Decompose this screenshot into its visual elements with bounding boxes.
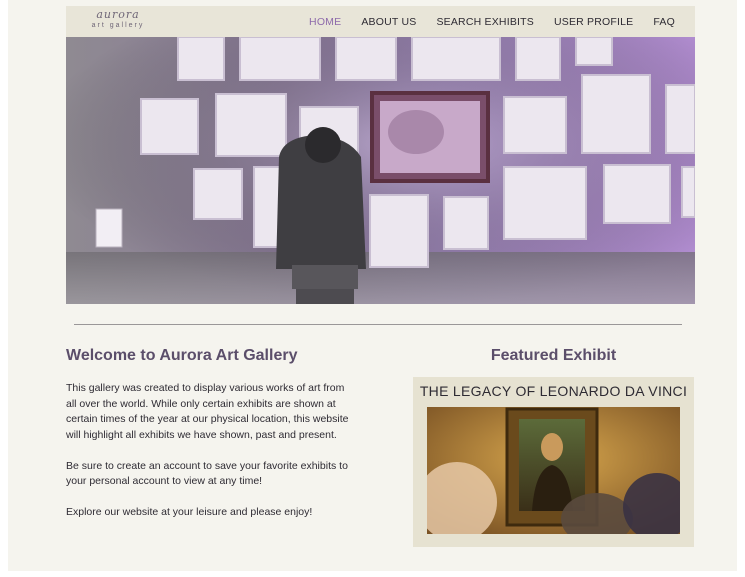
nav-search-exhibits[interactable]: SEARCH EXHIBITS (436, 16, 534, 28)
mona-lisa-photo (427, 407, 680, 534)
featured-exhibit-image[interactable] (427, 407, 680, 534)
welcome-paragraph: Be sure to create an account to save you… (66, 459, 348, 488)
logo[interactable]: aurora art gallery (78, 9, 158, 30)
featured-title: Featured Exhibit (490, 347, 617, 364)
welcome-title: Welcome to Aurora Art Gallery (66, 347, 298, 364)
logo-subtitle: art gallery (91, 22, 145, 29)
welcome-paragraph: Explore our website at your leisure and … (66, 506, 313, 518)
nav-about-us[interactable]: ABOUT US (361, 16, 416, 28)
welcome-paragraph: This gallery was created to display vari… (66, 382, 349, 441)
gallery-wall-photo (66, 37, 695, 304)
page: aurora art gallery HOME ABOUT US SEARCH … (8, 0, 737, 571)
nav-home[interactable]: HOME (309, 16, 341, 28)
nav-faq[interactable]: FAQ (653, 16, 675, 28)
featured-exhibit-card[interactable]: THE LEGACY OF LEONARDO DA VINCI (413, 377, 694, 547)
nav-links: HOME ABOUT US SEARCH EXHIBITS USER PROFI… (289, 6, 675, 37)
section-divider (74, 324, 682, 325)
nav-user-profile[interactable]: USER PROFILE (554, 16, 633, 28)
top-nav: aurora art gallery HOME ABOUT US SEARCH … (66, 6, 695, 37)
welcome-body: This gallery was created to display vari… (66, 381, 351, 536)
featured-exhibit-caption[interactable]: THE LEGACY OF LEONARDO DA VINCI (413, 383, 694, 399)
logo-script: aurora (96, 8, 140, 21)
hero-image (66, 37, 695, 304)
